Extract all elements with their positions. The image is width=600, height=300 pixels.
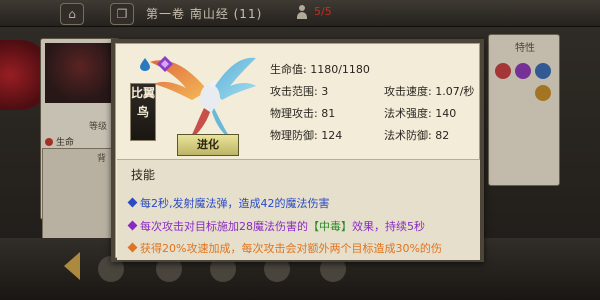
patk-label: 物理攻击: [270, 107, 318, 120]
pdef-stat: 物理防御: 124 [270, 127, 342, 143]
water-drop-icon [140, 58, 150, 71]
mdef-label: 法术防御: [384, 129, 432, 142]
mpow-value: 140 [435, 107, 457, 120]
skill-2: 每次攻击对目标施加28魔法伤害的【中毒】效果，持续5秒 [127, 218, 425, 234]
skills-title: 技能 [131, 168, 156, 182]
purple-rank-icon [157, 56, 173, 72]
diamond-bullet-icon [127, 197, 138, 208]
evolve-button[interactable]: 进化 [177, 134, 239, 156]
mdef-stat: 法术防御: 82 [384, 127, 449, 143]
poison-tag: 【中毒】 [308, 220, 352, 233]
hp-label: 生命值: [270, 63, 307, 76]
pdef-label: 物理防御: [270, 129, 318, 142]
speed-stat: 攻击速度: 1.07/秒 [384, 83, 474, 99]
patk-stat: 物理攻击: 81 [270, 105, 335, 121]
hp-value: 1180/1180 [310, 63, 370, 76]
skill-2-text-pre: 每次攻击对目标施加28魔法伤害的 [140, 220, 308, 233]
pdef-value: 124 [321, 129, 343, 142]
range-value: 3 [321, 85, 329, 98]
unit-name-tag: 比翼鸟 [130, 83, 156, 141]
skill-1-text: 每2秒,发射魔法弹，造成42的魔法伤害 [140, 197, 330, 210]
mpow-label: 法术强度: [384, 107, 432, 120]
skill-1: 每2秒,发射魔法弹，造成42的魔法伤害 [127, 195, 330, 211]
range-stat: 攻击范围: 3 [270, 83, 328, 99]
mpow-stat: 法术强度: 140 [384, 105, 456, 121]
speed-value: 1.07/秒 [435, 85, 475, 98]
skill-3-text: 获得20%攻速加成，每次攻击会对额外两个目标造成30%的伤 [140, 242, 442, 255]
skill-2-text-post: 效果，持续5秒 [352, 220, 425, 233]
diamond-bullet-icon [127, 242, 138, 253]
unit-portrait: 比翼鸟 进化 [128, 46, 261, 156]
skill-3: 获得20%攻速加成，每次攻击会对额外两个目标造成30%的伤 [127, 240, 442, 256]
speed-label: 攻击速度: [384, 85, 432, 98]
patk-value: 81 [321, 107, 336, 120]
mdef-value: 82 [435, 129, 450, 142]
unit-name: 比翼鸟 [131, 86, 156, 119]
diamond-bullet-icon [127, 220, 138, 231]
unit-detail-dialog: 比翼鸟 进化 生命值: 1180/1180 攻击范围: 3 攻击速度: 1.07… [111, 39, 484, 262]
range-label: 攻击范围: [270, 85, 318, 98]
hp-stat: 生命值: 1180/1180 [270, 61, 370, 77]
skills-panel: 技能 每2秒,发射魔法弹，造成42的魔法伤害 每次攻击对目标施加28魔法伤害的【… [117, 159, 480, 260]
